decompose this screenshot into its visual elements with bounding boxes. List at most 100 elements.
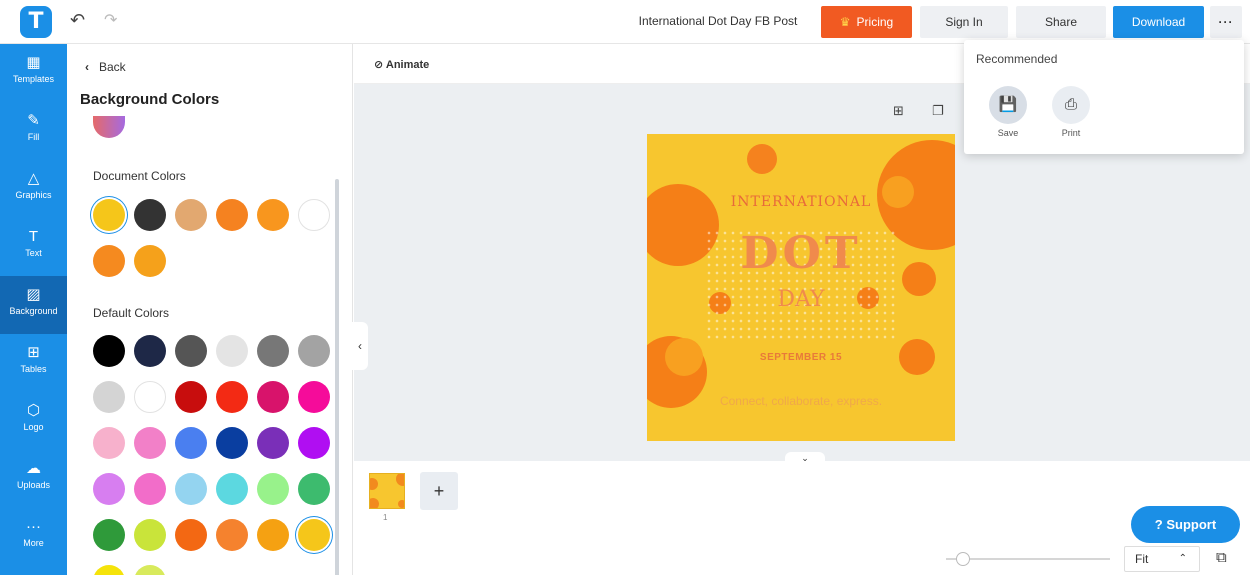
default-color-swatch[interactable] [134,519,166,551]
text-icon: T [28,228,39,245]
add-element-icon[interactable]: ⊞ [893,103,904,119]
rail-label: Fill [27,132,40,142]
default-color-swatch[interactable] [298,335,330,367]
rail-item-tables[interactable]: ⊞ Tables [0,334,67,392]
default-color-swatch[interactable] [216,335,248,367]
default-color-swatch[interactable] [134,565,166,575]
duplicate-page-icon[interactable]: ❐ [932,103,944,119]
expand-strip-button[interactable]: ⌄ [785,452,825,464]
default-color-swatch[interactable] [134,381,166,413]
default-color-swatch[interactable] [298,427,330,459]
zoom-slider-track[interactable] [946,558,1110,560]
default-color-swatch[interactable] [175,335,207,367]
print-button[interactable]: ⎙ [1052,86,1090,124]
document-title[interactable]: International Dot Day FB Post [620,14,816,28]
default-color-swatch[interactable] [216,427,248,459]
thumb-dot [370,498,379,508]
support-button[interactable]: ? Support [1131,506,1240,543]
undo-icon[interactable]: ↶ [70,10,85,31]
default-color-swatch[interactable] [298,381,330,413]
print-label: Print [1061,128,1081,138]
top-bar: T ↶ ↷ International Dot Day FB Post ♛ Pri… [0,0,1250,44]
default-color-swatch[interactable] [134,335,166,367]
crown-icon: ♛ [839,15,851,29]
recommended-popover: Recommended 💾 Save ⎙ Print [964,40,1244,154]
document-color-swatch[interactable] [93,199,125,231]
default-color-swatch[interactable] [175,473,207,505]
chevron-left-icon: ‹ [85,60,89,74]
page-thumbnail[interactable] [369,473,405,509]
rail-item-logo[interactable]: ⬡ Logo [0,392,67,450]
default-color-swatch[interactable] [93,335,125,367]
document-color-swatch[interactable] [134,245,166,277]
add-page-button[interactable]: + [420,472,458,510]
back-label: Back [99,60,126,74]
default-color-swatch[interactable] [257,381,289,413]
default-color-swatch[interactable] [134,473,166,505]
default-color-swatch[interactable] [257,519,289,551]
rail-item-background[interactable]: ▨ Background [0,276,67,334]
rail-item-text[interactable]: T Text [0,218,67,276]
design-date[interactable]: SEPTEMBER 15 [647,352,955,363]
animate-button[interactable]: ⊘ Animate [374,58,429,71]
share-button[interactable]: Share [1016,6,1106,38]
default-color-swatch[interactable] [257,427,289,459]
document-color-swatch[interactable] [298,199,330,231]
rail-item-fill[interactable]: ✎ Fill [0,102,67,160]
document-colors-label: Document Colors [93,169,186,183]
design-canvas[interactable]: INTERNATIONAL DOT DAY SEPTEMBER 15 Conne… [647,134,955,441]
rail-label: More [23,538,44,548]
rail-item-graphics[interactable]: △ Graphics [0,160,67,218]
default-color-swatch[interactable] [175,519,207,551]
default-color-swatch[interactable] [134,427,166,459]
default-color-swatch[interactable] [93,519,125,551]
default-color-swatch[interactable] [175,427,207,459]
design-title-line3[interactable]: DAY [647,287,955,312]
default-color-swatch[interactable] [298,519,330,551]
default-color-swatch[interactable] [257,335,289,367]
default-color-swatch[interactable] [216,381,248,413]
document-color-swatch[interactable] [175,199,207,231]
more-dots-icon: ··· [26,518,41,535]
rail-item-more[interactable]: ··· More [0,508,67,566]
thumb-dot [398,500,404,508]
pricing-label: Pricing [856,15,894,29]
default-color-swatch[interactable] [93,565,125,575]
thumb-dot [370,478,378,490]
document-color-swatch[interactable] [134,199,166,231]
panel-scrollbar[interactable] [335,179,339,575]
default-color-swatch[interactable] [216,519,248,551]
support-label: Support [1166,517,1217,532]
gradient-swatch[interactable] [93,116,125,138]
default-color-swatch[interactable] [175,381,207,413]
default-color-swatch[interactable] [93,473,125,505]
document-color-swatch[interactable] [93,245,125,277]
download-button[interactable]: Download [1113,6,1204,38]
pages-icon[interactable]: ⧉ [1216,549,1227,566]
design-title-line2[interactable]: DOT [647,228,955,279]
default-color-swatch[interactable] [93,427,125,459]
more-options-button[interactable]: ··· [1210,6,1242,38]
save-button[interactable]: 💾 [989,86,1027,124]
default-color-swatch[interactable] [298,473,330,505]
rail-label: Graphics [15,190,52,200]
redo-icon[interactable]: ↷ [104,10,117,30]
document-color-swatch[interactable] [216,199,248,231]
collapse-panel-button[interactable]: ‹ [352,322,368,370]
sign-in-button[interactable]: Sign In [920,6,1008,38]
background-colors-panel: ‹ Back Background Colors Document Colors … [67,44,353,575]
default-color-swatch[interactable] [216,473,248,505]
zoom-slider-handle[interactable] [956,552,970,566]
design-tagline[interactable]: Connect, collaborate, express. [647,394,955,408]
app-logo[interactable]: T [20,6,52,38]
rail-item-uploads[interactable]: ☁ Uploads [0,450,67,508]
zoom-select[interactable]: Fit ⌃ [1124,546,1200,572]
default-color-swatch[interactable] [93,381,125,413]
rail-item-templates[interactable]: ▦ Templates [0,44,67,102]
document-color-swatch[interactable] [257,199,289,231]
design-title-line1[interactable]: INTERNATIONAL [647,194,955,210]
default-color-swatch[interactable] [257,473,289,505]
pricing-button[interactable]: ♛ Pricing [821,6,912,38]
back-button[interactable]: ‹ Back [85,60,126,74]
page-strip [354,461,1250,575]
